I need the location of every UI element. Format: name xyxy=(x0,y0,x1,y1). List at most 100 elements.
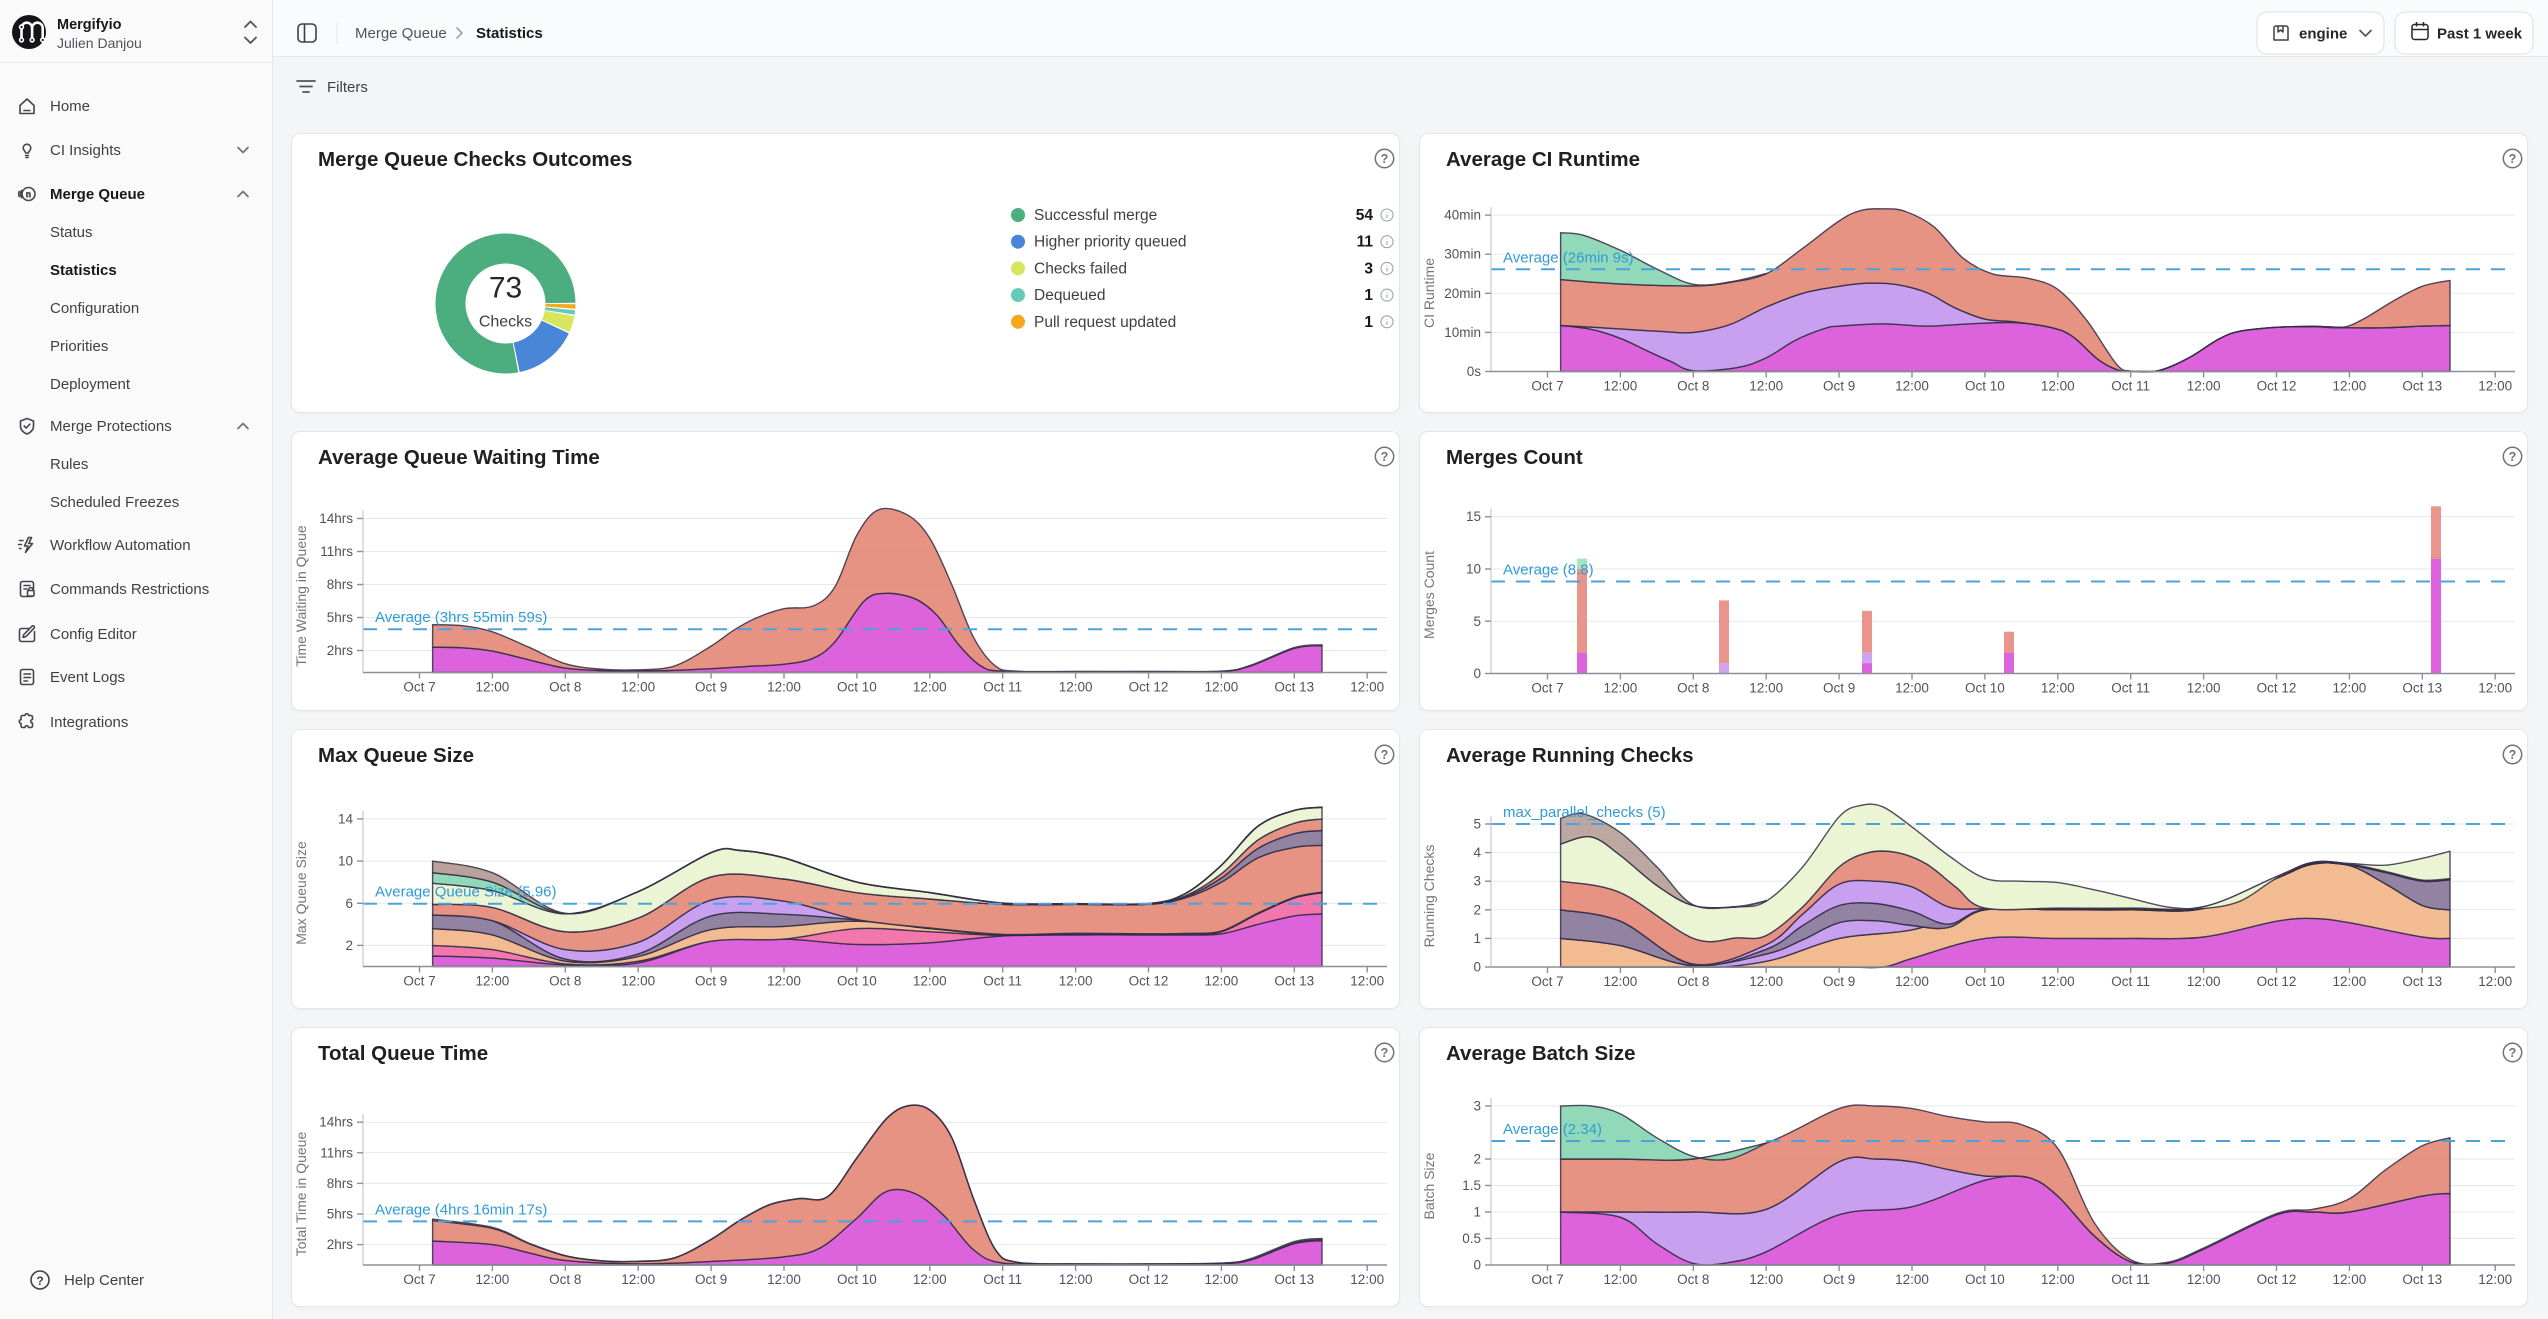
svg-text:Oct 7: Oct 7 xyxy=(1531,974,1563,989)
svg-text:Oct 12: Oct 12 xyxy=(2257,1272,2297,1287)
svg-text:Running Checks: Running Checks xyxy=(1421,845,1437,948)
svg-text:Oct 13: Oct 13 xyxy=(2402,974,2442,989)
svg-text:Julien Danjou: Julien Danjou xyxy=(57,35,142,51)
svg-text:Oct 7: Oct 7 xyxy=(1531,681,1563,696)
svg-text:73: 73 xyxy=(489,272,522,305)
svg-text:1: 1 xyxy=(1473,931,1481,946)
svg-text:12:00: 12:00 xyxy=(2041,1272,2075,1287)
svg-text:Successful merge: Successful merge xyxy=(1034,207,1157,224)
svg-text:Rules: Rules xyxy=(50,456,88,473)
svg-text:2: 2 xyxy=(345,938,353,953)
svg-text:Pull request updated: Pull request updated xyxy=(1034,314,1176,331)
svg-text:12:00: 12:00 xyxy=(767,680,801,695)
svg-text:12:00: 12:00 xyxy=(913,680,947,695)
svg-text:12:00: 12:00 xyxy=(2478,1272,2512,1287)
svg-text:Oct 7: Oct 7 xyxy=(403,680,435,695)
svg-text:54: 54 xyxy=(1356,207,1374,224)
svg-text:Batch Size: Batch Size xyxy=(1421,1152,1437,1219)
svg-text:?: ? xyxy=(1381,748,1389,762)
svg-text:2: 2 xyxy=(1473,1152,1481,1167)
svg-text:Oct 8: Oct 8 xyxy=(1677,1272,1709,1287)
svg-text:12:00: 12:00 xyxy=(1604,379,1638,394)
svg-text:Average Queue Size (5.96): Average Queue Size (5.96) xyxy=(375,884,557,901)
svg-text:Oct 13: Oct 13 xyxy=(1274,974,1314,989)
svg-text:Statistics: Statistics xyxy=(476,25,543,42)
svg-text:8hrs: 8hrs xyxy=(327,577,354,592)
svg-text:5: 5 xyxy=(1473,817,1481,832)
svg-text:max_parallel_checks (5): max_parallel_checks (5) xyxy=(1503,804,1666,821)
svg-text:Oct 12: Oct 12 xyxy=(1129,1272,1169,1287)
svg-text:Oct 10: Oct 10 xyxy=(837,680,877,695)
svg-text:?: ? xyxy=(2509,1046,2517,1060)
svg-text:Oct 7: Oct 7 xyxy=(1531,1272,1563,1287)
svg-text:12:00: 12:00 xyxy=(767,974,801,989)
svg-text:Oct 13: Oct 13 xyxy=(1274,1272,1314,1287)
svg-text:12:00: 12:00 xyxy=(2041,379,2075,394)
svg-text:Help Center: Help Center xyxy=(64,1272,144,1289)
svg-text:12:00: 12:00 xyxy=(2041,681,2075,696)
svg-text:Oct 9: Oct 9 xyxy=(1823,974,1855,989)
svg-text:Higher priority queued: Higher priority queued xyxy=(1034,234,1187,251)
svg-text:12:00: 12:00 xyxy=(621,680,655,695)
svg-text:12:00: 12:00 xyxy=(2041,974,2075,989)
svg-text:Merges Count: Merges Count xyxy=(1421,551,1437,639)
svg-text:Oct 8: Oct 8 xyxy=(1677,379,1709,394)
svg-text:14hrs: 14hrs xyxy=(319,511,353,526)
svg-text:12:00: 12:00 xyxy=(1895,1272,1929,1287)
svg-text:30min: 30min xyxy=(1444,247,1481,262)
svg-text:5: 5 xyxy=(1473,614,1481,629)
svg-text:12:00: 12:00 xyxy=(1205,1272,1239,1287)
svg-text:n: n xyxy=(26,190,31,199)
svg-text:Mergifyio: Mergifyio xyxy=(57,17,122,33)
svg-text:Max Queue Size: Max Queue Size xyxy=(318,744,474,767)
svg-text:Average (4hrs 16min 17s): Average (4hrs 16min 17s) xyxy=(375,1201,547,1218)
svg-text:Average (26min 9s): Average (26min 9s) xyxy=(1503,249,1634,266)
svg-text:Oct 12: Oct 12 xyxy=(1129,680,1169,695)
svg-text:Oct 8: Oct 8 xyxy=(549,974,581,989)
svg-text:12:00: 12:00 xyxy=(913,974,947,989)
svg-text:Oct 13: Oct 13 xyxy=(2402,1272,2442,1287)
svg-text:12:00: 12:00 xyxy=(621,1272,655,1287)
svg-text:Priorities: Priorities xyxy=(50,338,108,355)
svg-text:40min: 40min xyxy=(1444,208,1481,223)
svg-text:12:00: 12:00 xyxy=(2187,1272,2221,1287)
svg-text:14: 14 xyxy=(338,811,354,826)
svg-text:1: 1 xyxy=(1364,314,1373,331)
svg-text:12:00: 12:00 xyxy=(2478,681,2512,696)
svg-text:12:00: 12:00 xyxy=(1205,680,1239,695)
svg-text:Oct 11: Oct 11 xyxy=(2111,379,2150,394)
svg-text:10min: 10min xyxy=(1444,325,1481,340)
svg-text:12:00: 12:00 xyxy=(2187,379,2221,394)
svg-text:12:00: 12:00 xyxy=(1604,1272,1638,1287)
svg-text:?: ? xyxy=(1381,450,1389,464)
svg-text:Average Running Checks: Average Running Checks xyxy=(1446,744,1694,767)
svg-text:Statistics: Statistics xyxy=(50,262,117,279)
svg-text:Average Queue Waiting Time: Average Queue Waiting Time xyxy=(318,446,600,469)
svg-text:Oct 10: Oct 10 xyxy=(837,974,877,989)
svg-text:engine: engine xyxy=(2299,26,2347,43)
svg-text:Oct 13: Oct 13 xyxy=(2402,379,2442,394)
svg-text:Oct 7: Oct 7 xyxy=(403,974,435,989)
svg-text:Oct 7: Oct 7 xyxy=(403,1272,435,1287)
svg-text:Integrations: Integrations xyxy=(50,714,128,731)
svg-text:Oct 8: Oct 8 xyxy=(1677,681,1709,696)
svg-text:Oct 7: Oct 7 xyxy=(1531,379,1563,394)
svg-text:11hrs: 11hrs xyxy=(320,1145,353,1160)
svg-text:10: 10 xyxy=(338,854,353,869)
svg-text:6: 6 xyxy=(345,896,353,911)
svg-text:Config Editor: Config Editor xyxy=(50,626,137,643)
svg-text:12:00: 12:00 xyxy=(1749,681,1783,696)
svg-text:0.5: 0.5 xyxy=(1462,1231,1481,1246)
svg-text:12:00: 12:00 xyxy=(1895,974,1929,989)
svg-text:Oct 9: Oct 9 xyxy=(1823,1272,1855,1287)
svg-text:Max Queue Size: Max Queue Size xyxy=(293,841,309,945)
svg-text:Checks failed: Checks failed xyxy=(1034,260,1127,277)
svg-text:Merge Queue: Merge Queue xyxy=(50,186,145,203)
svg-text:Oct 12: Oct 12 xyxy=(2257,974,2297,989)
svg-text:8hrs: 8hrs xyxy=(327,1176,354,1191)
svg-text:Average Batch Size: Average Batch Size xyxy=(1446,1042,1636,1065)
svg-text:Oct 12: Oct 12 xyxy=(1129,974,1169,989)
svg-text:0: 0 xyxy=(1473,666,1481,681)
svg-text:Oct 10: Oct 10 xyxy=(1965,1272,2005,1287)
svg-text:3: 3 xyxy=(1473,874,1481,889)
